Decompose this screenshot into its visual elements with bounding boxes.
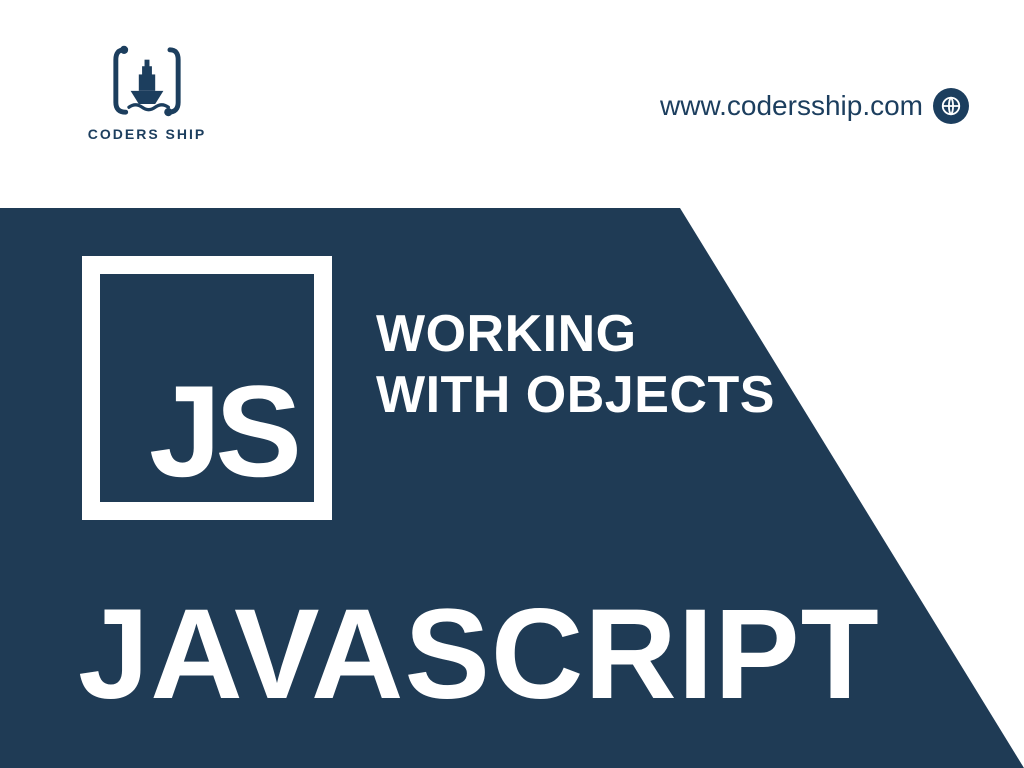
brand-name: CODERS SHIP [82,126,212,142]
promo-banner: CODERS SHIP www.codersship.com JS WORKIN… [0,0,1024,768]
main-panel: JS WORKING WITH OBJECTS JAVASCRIPT [0,208,1024,768]
header: CODERS SHIP www.codersship.com [0,0,1024,210]
brand-logo: CODERS SHIP [82,40,212,142]
site-link[interactable]: www.codersship.com [660,88,969,124]
subtitle: WORKING WITH OBJECTS [376,304,775,427]
ship-logo-icon [106,40,188,122]
js-badge-letters: JS [149,366,296,496]
page-title: JAVASCRIPT [78,581,880,728]
panel-content: JS WORKING WITH OBJECTS JAVASCRIPT [0,208,1024,768]
globe-icon [933,88,969,124]
js-badge: JS [82,256,332,520]
site-url-text: www.codersship.com [660,90,923,122]
